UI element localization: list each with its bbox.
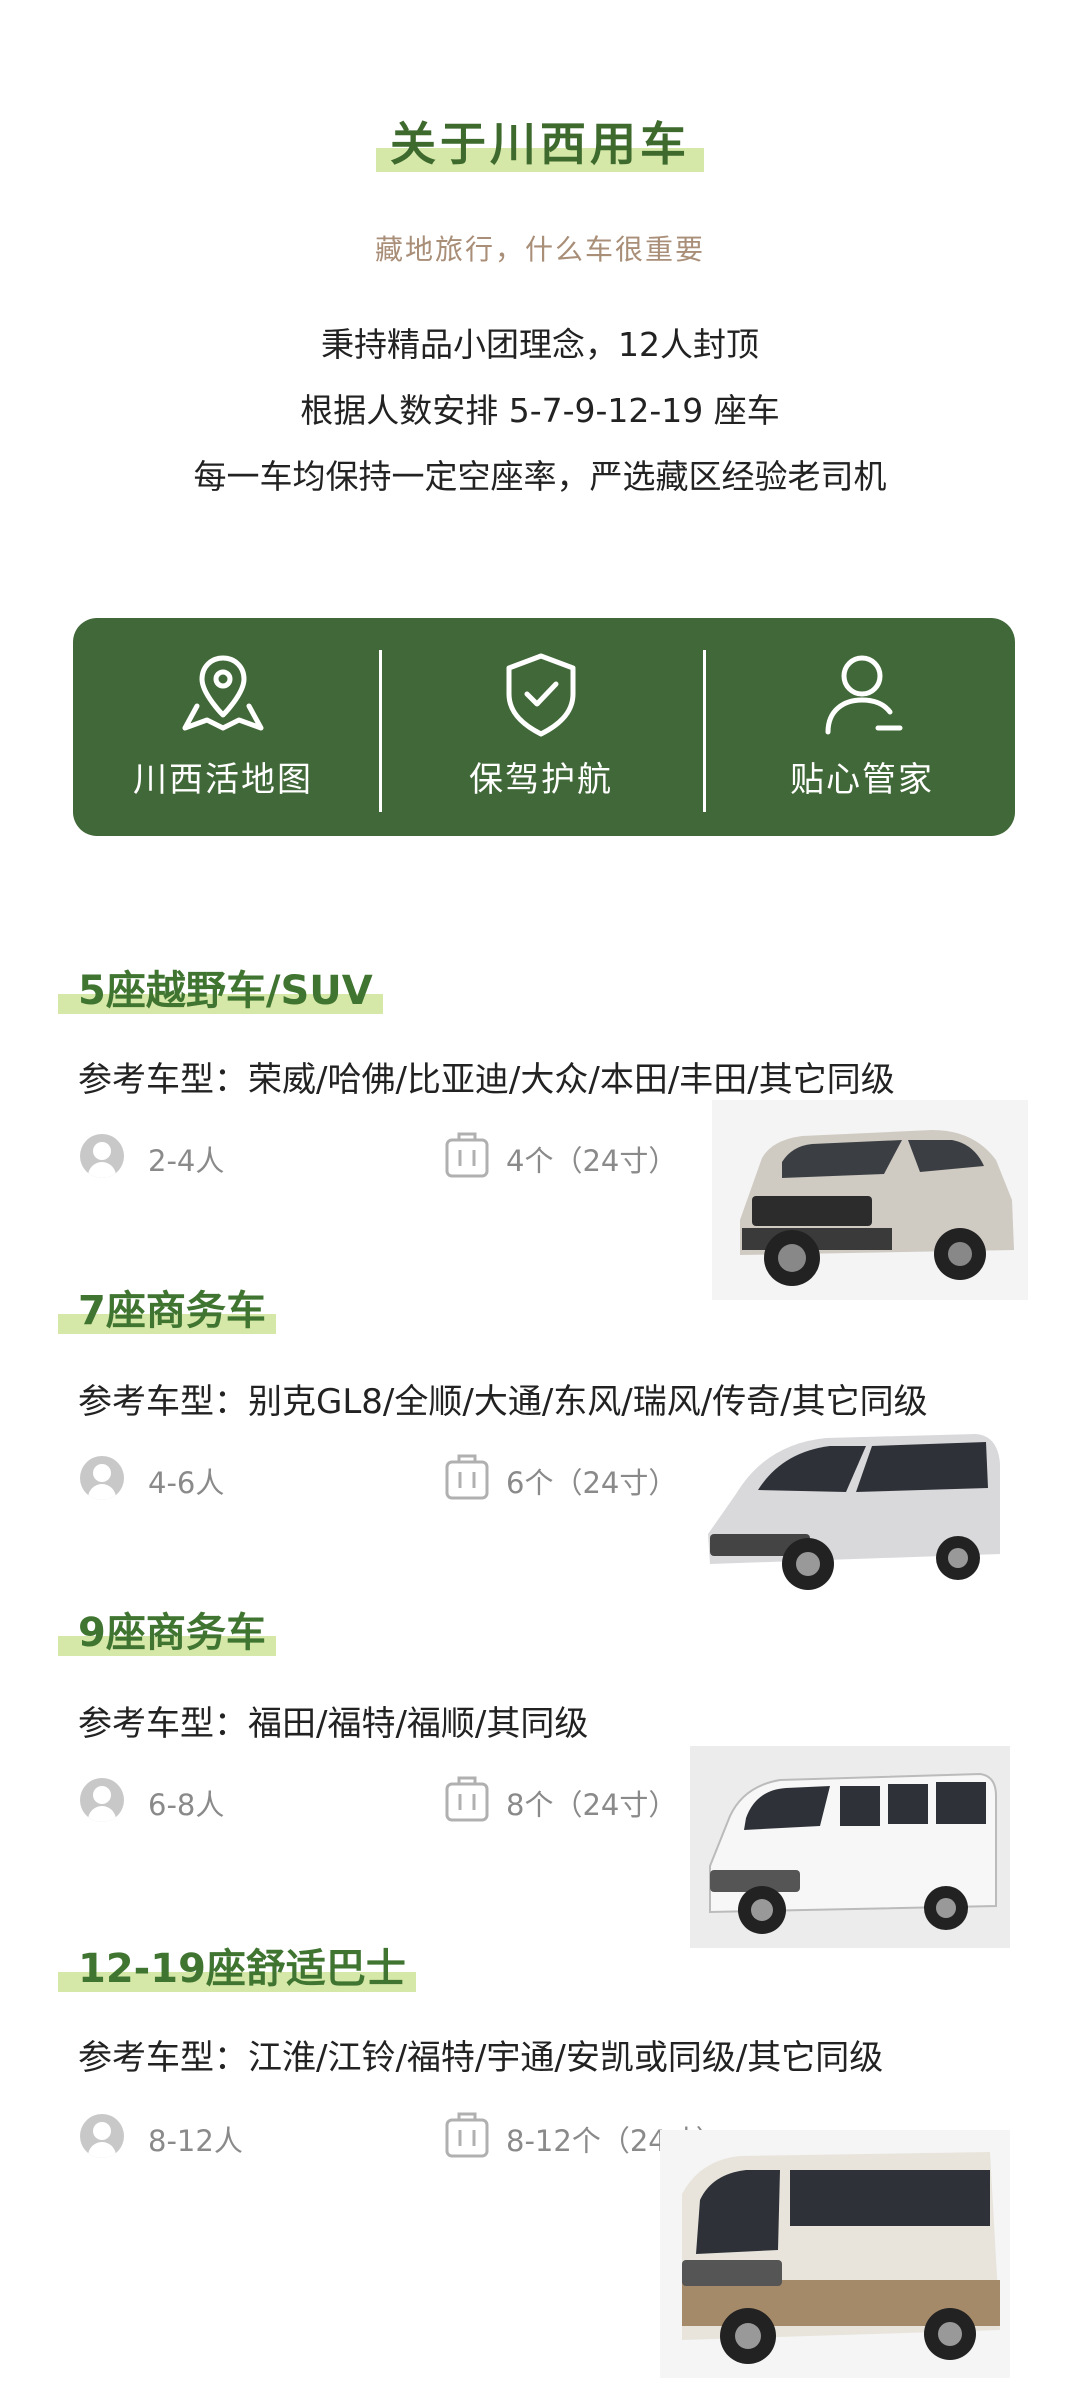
intro-line-3: 每一车均保持一定空座率，严选藏区经验老司机	[193, 457, 887, 496]
person-icon	[80, 1456, 124, 1500]
vehicle-luggage-mpv: 6个（24寸）	[506, 1466, 678, 1500]
feature-shield-label: 保驾护航	[469, 760, 613, 800]
divider	[379, 650, 382, 812]
page-subtitle: 藏地旅行，什么车很重要	[374, 233, 705, 266]
vehicle-people-mpv: 4-6人	[148, 1466, 225, 1500]
luggage-icon	[445, 1132, 489, 1178]
page-title: 关于川西用车	[376, 108, 704, 174]
vehicle-luggage-suv: 4个（24寸）	[506, 1144, 678, 1178]
divider	[703, 650, 706, 812]
vehicle-title-van: 9座商务车	[58, 1600, 276, 1658]
vehicle-models-mpv: 参考车型：别克GL8/全顺/大通/东风/瑞风/传奇/其它同级	[78, 1382, 928, 1422]
mpv-car-image	[696, 1424, 1006, 1600]
feature-butler-label: 贴心管家	[790, 760, 934, 800]
vehicle-people-van: 6-8人	[148, 1788, 225, 1822]
feature-shield: 保驾护航	[385, 618, 697, 836]
vehicle-title-mpv: 7座商务车	[58, 1278, 276, 1336]
vehicle-title-suv: 5座越野车/SUV	[58, 958, 383, 1016]
vehicle-title-bus: 12-19座舒适巴士	[58, 1936, 416, 1994]
shield-check-icon	[506, 653, 576, 737]
vehicle-people-suv: 2-4人	[148, 1144, 225, 1178]
luggage-icon	[445, 2112, 489, 2158]
bus-car-image	[660, 2130, 1010, 2378]
person-icon	[80, 1778, 124, 1822]
van-car-image	[690, 1746, 1010, 1948]
vehicle-models-bus: 参考车型：江淮/江铃/福特/宇通/安凯或同级/其它同级	[78, 2038, 884, 2078]
feature-butler: 贴心管家	[709, 618, 1015, 836]
person-icon	[80, 1134, 124, 1178]
suv-car-image	[712, 1100, 1028, 1300]
map-pin-icon	[182, 655, 264, 731]
intro-line-2: 根据人数安排 5-7-9-12-19 座车	[300, 391, 780, 430]
feature-banner: 川西活地图 保驾护航 贴心管家	[73, 618, 1015, 836]
page-title-wrap: 关于川西用车	[0, 108, 1080, 174]
user-icon	[825, 655, 903, 735]
luggage-icon	[445, 1454, 489, 1500]
vehicle-models-suv: 参考车型：荣威/哈佛/比亚迪/大众/本田/丰田/其它同级	[78, 1060, 895, 1100]
feature-map: 川西活地图	[73, 618, 373, 836]
vehicle-luggage-van: 8个（24寸）	[506, 1788, 678, 1822]
intro-line-1: 秉持精品小团理念，12人封顶	[321, 325, 759, 364]
luggage-icon	[445, 1776, 489, 1822]
vehicle-people-bus: 8-12人	[148, 2124, 243, 2158]
feature-map-label: 川西活地图	[133, 760, 313, 800]
vehicle-models-van: 参考车型：福田/福特/福顺/其同级	[78, 1704, 589, 1744]
person-icon	[80, 2114, 124, 2158]
